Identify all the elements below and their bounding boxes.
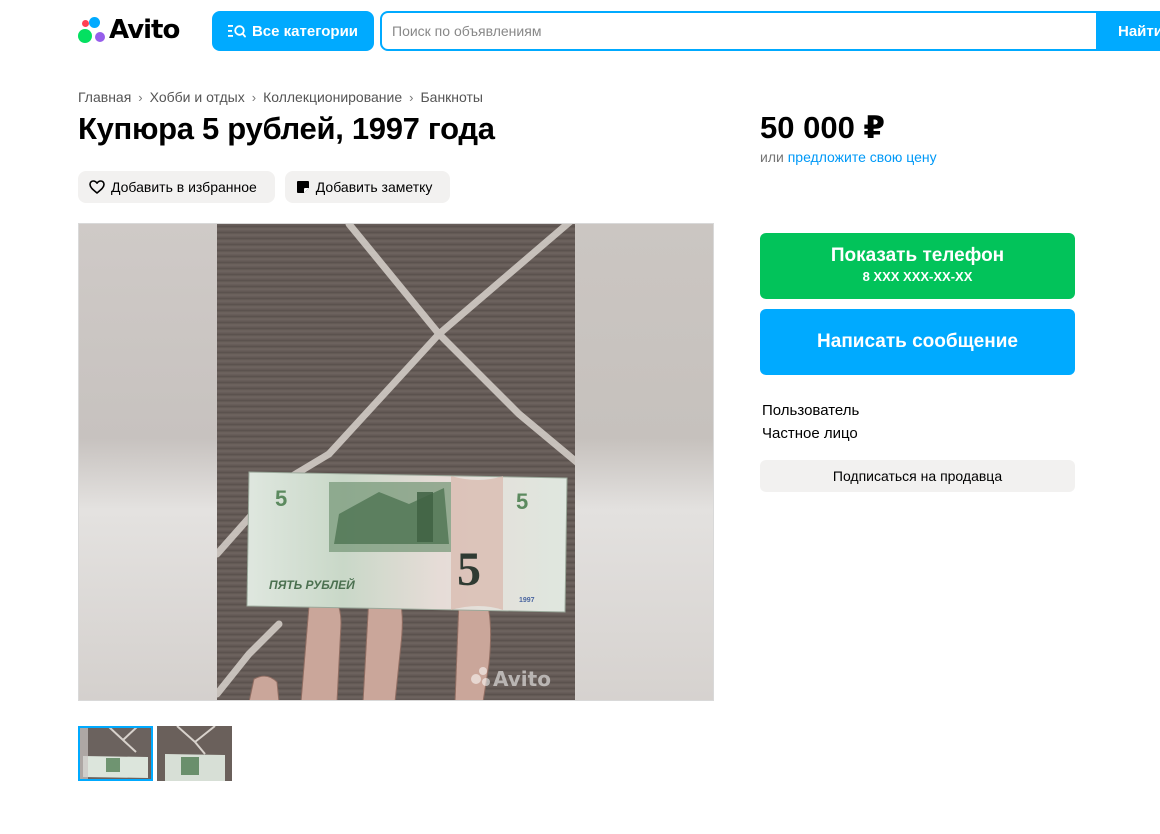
write-message-button[interactable]: Написать сообщение: [760, 309, 1075, 375]
avito-logo-icon: [78, 16, 106, 44]
breadcrumb-item-banknotes[interactable]: Банкноты: [420, 89, 483, 105]
watermark-text: Avito: [493, 667, 551, 691]
seller-name[interactable]: Пользователь: [762, 402, 859, 419]
subscribe-seller-button[interactable]: Подписаться на продавца: [760, 460, 1075, 492]
phone-masked: 8 XXX XXX-XX-XX: [862, 269, 973, 284]
listing-title: Купюра 5 рублей, 1997 года: [78, 111, 495, 146]
listing-price: 50 000 ₽: [760, 110, 885, 145]
add-favorite-button[interactable]: Добавить в избранное: [78, 171, 275, 203]
show-phone-button[interactable]: Показать телефон 8 XXX XXX-XX-XX: [760, 233, 1075, 299]
note-icon: [296, 181, 309, 193]
chevron-right-icon: ›: [409, 89, 414, 105]
offer-prefix: или: [760, 149, 784, 165]
find-button[interactable]: Найти: [1096, 11, 1160, 51]
photo-gallery[interactable]: 5 5 5 ПЯТЬ РУБЛЕЙ 1997 Avito: [78, 223, 714, 701]
seller-type: Частное лицо: [762, 425, 858, 442]
chevron-right-icon: ›: [138, 89, 143, 105]
chevron-right-icon: ›: [251, 89, 257, 105]
breadcrumb: Главная › Хобби и отдых › Коллекциониров…: [78, 89, 483, 105]
banknote-text: ПЯТЬ РУБЛЕЙ: [269, 576, 355, 592]
add-note-label: Добавить заметку: [315, 179, 433, 195]
banknote-image: 5 5 5 ПЯТЬ РУБЛЕЙ 1997: [246, 471, 568, 613]
menu-search-icon: [227, 25, 246, 38]
price-offer: или предложите свою цену: [760, 149, 937, 165]
thumbnail-2-image: [157, 726, 232, 781]
banknote-denomination-right: 5: [516, 489, 528, 514]
avito-logo[interactable]: Avito: [78, 15, 180, 45]
banknote-year: 1997: [519, 597, 535, 604]
add-note-button[interactable]: Добавить заметку: [284, 171, 451, 203]
thumbnail-1-image: [78, 726, 153, 781]
show-phone-label: Показать телефон: [830, 245, 1005, 266]
search-input[interactable]: [382, 13, 1096, 49]
offer-price-link[interactable]: предложите свою цену: [788, 149, 937, 165]
thumbnail-2[interactable]: [157, 726, 232, 781]
breadcrumb-item-home[interactable]: Главная: [78, 89, 131, 105]
banknote-denomination: 5: [457, 543, 481, 596]
search-field[interactable]: [380, 11, 1160, 51]
breadcrumb-item-hobby[interactable]: Хобби и отдых: [150, 89, 245, 105]
listing-actions: Добавить в избранное Добавить заметку: [78, 171, 451, 203]
breadcrumb-item-collecting[interactable]: Коллекционирование: [263, 89, 402, 105]
heart-icon: [89, 180, 105, 194]
banknote-photo: 5 5 5 ПЯТЬ РУБЛЕЙ 1997 Avito: [217, 224, 575, 700]
logo-text: Avito: [109, 15, 180, 45]
add-favorite-label: Добавить в избранное: [111, 179, 257, 195]
all-categories-label: Все категории: [251, 22, 359, 40]
all-categories-button[interactable]: Все категории: [212, 11, 374, 51]
thumbnail-1[interactable]: [78, 726, 153, 781]
banknote-denomination-small: 5: [275, 486, 287, 511]
